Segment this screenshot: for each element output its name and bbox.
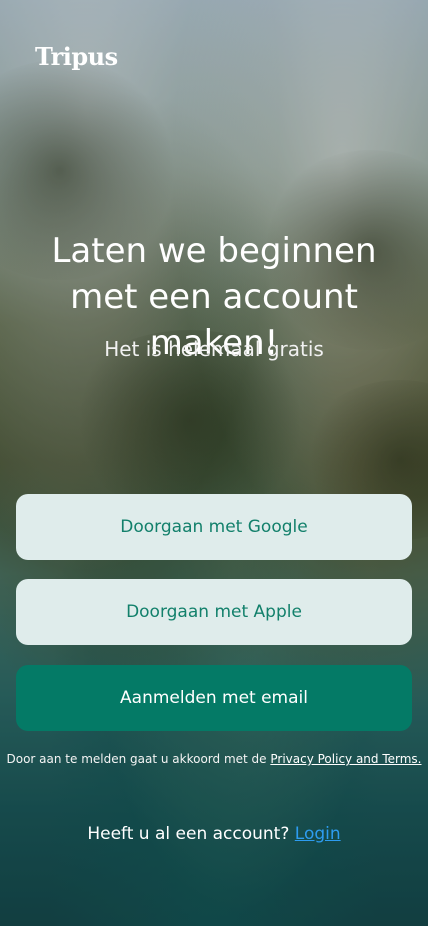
signup-screen: Tripus Laten we beginnen met een account…: [0, 0, 428, 926]
continue-with-apple-label: Doorgaan met Apple: [126, 602, 302, 622]
login-prompt-row: Heeft u al een account? Login: [0, 824, 428, 844]
signup-with-email-button[interactable]: Aanmelden met email: [16, 665, 412, 731]
terms-prefix: Door aan te melden gaat u akkoord met de: [6, 752, 271, 766]
login-prompt: Heeft u al een account?: [87, 824, 290, 844]
login-link[interactable]: Login: [295, 824, 341, 844]
terms-notice: Door aan te melden gaat u akkoord met de…: [0, 752, 428, 766]
continue-with-google-button[interactable]: Doorgaan met Google: [16, 494, 412, 560]
continue-with-google-label: Doorgaan met Google: [120, 517, 308, 537]
privacy-terms-link[interactable]: Privacy Policy and Terms.: [270, 752, 421, 766]
signup-with-email-label: Aanmelden met email: [120, 688, 308, 708]
page-subtitle: Het is helemaal gratis: [104, 337, 324, 361]
brand-logo: Tripus: [35, 42, 118, 71]
continue-with-apple-button[interactable]: Doorgaan met Apple: [16, 579, 412, 645]
